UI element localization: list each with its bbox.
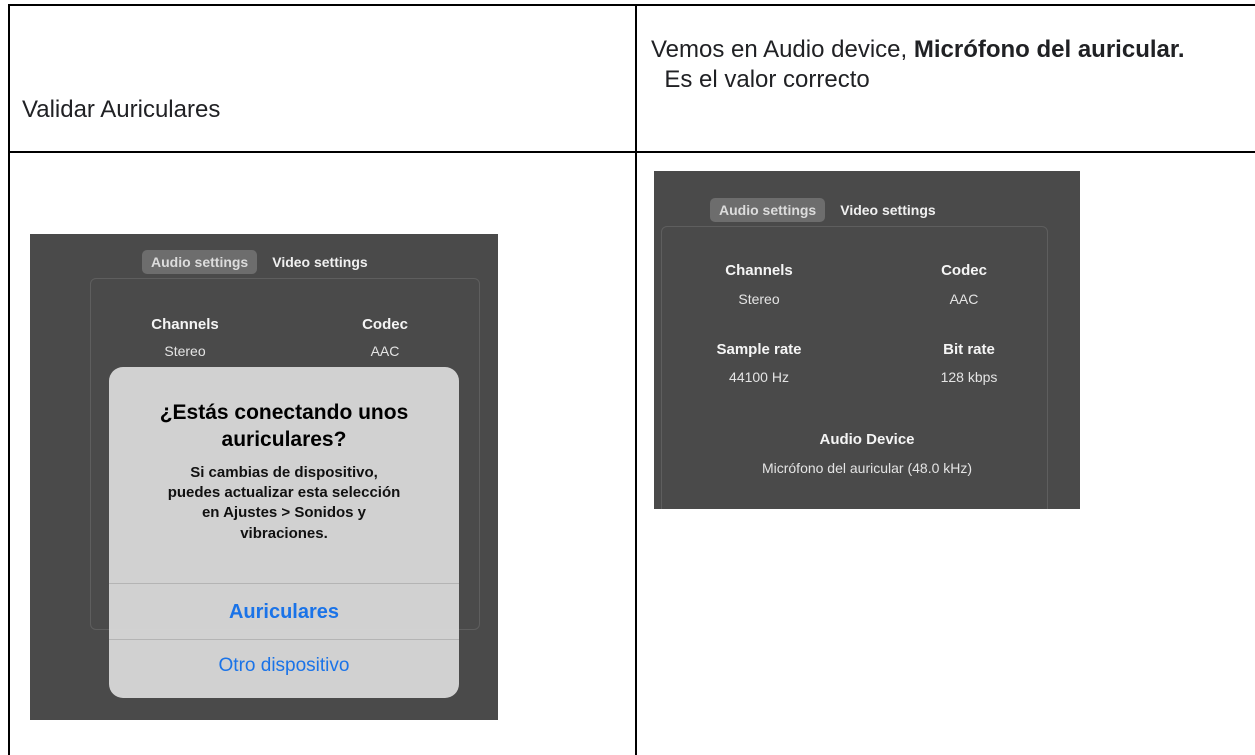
sample-rate-label: Sample rate xyxy=(716,341,802,358)
tab-bar: Audio settings Video settings xyxy=(142,250,377,274)
auriculares-button[interactable]: Auriculares xyxy=(109,601,459,624)
channels-label: Channels xyxy=(725,262,793,279)
table-border-middle xyxy=(635,4,637,755)
cell-result-description: Vemos en Audio device, Micrófono del aur… xyxy=(651,35,1211,95)
alert-message-line2: puedes actualizar esta selección xyxy=(167,484,401,501)
tab-audio-settings[interactable]: Audio settings xyxy=(142,250,258,274)
alert-message-line1: Si cambias de dispositivo, xyxy=(190,464,378,481)
cell-validar-auriculares: Validar Auriculares xyxy=(22,96,221,123)
audio-device-value: Micrófono del auricular (48.0 kHz) xyxy=(761,460,973,476)
alert-message-line3: en Ajustes > Sonidos y xyxy=(201,504,367,521)
result-text-suffix: Es el valor correcto xyxy=(651,66,870,93)
channels-value: Stereo xyxy=(738,291,780,307)
codec-label: Codec xyxy=(941,262,987,279)
alert-title-line2: auriculares? xyxy=(221,428,347,451)
sample-rate-value: 44100 Hz xyxy=(729,369,789,385)
alert-separator xyxy=(109,639,459,640)
channels-label: Channels xyxy=(151,316,219,333)
audio-device-label: Audio Device xyxy=(819,431,915,448)
bit-rate-value: 128 kbps xyxy=(940,369,998,385)
screenshot-audio-settings: Audio settings Video settings Channels S… xyxy=(654,171,1080,509)
table-border-top xyxy=(8,4,1255,6)
codec-value: AAC xyxy=(370,343,400,359)
table-border-left xyxy=(8,4,10,755)
headphones-alert-dialog: ¿Estás conectando unos auriculares? Si c… xyxy=(109,367,459,698)
codec-value: AAC xyxy=(949,291,979,307)
alert-title-line1: ¿Estás conectando unos xyxy=(159,401,409,424)
result-text-prefix: Vemos en Audio device, xyxy=(651,36,914,63)
document-table: Validar Auriculares Vemos en Audio devic… xyxy=(0,0,1255,755)
alert-message-line4: vibraciones. xyxy=(240,525,328,542)
result-text-bold: Micrófono del auricular. xyxy=(913,36,1185,63)
otro-dispositivo-button[interactable]: Otro dispositivo xyxy=(109,655,459,677)
codec-label: Codec xyxy=(362,316,408,333)
tab-video-settings[interactable]: Video settings xyxy=(263,250,376,274)
channels-value: Stereo xyxy=(164,343,206,359)
table-border-row-divider xyxy=(8,151,1255,153)
tab-video-settings[interactable]: Video settings xyxy=(831,198,944,222)
screenshot-headphones-prompt: Audio settings Video settings Channels S… xyxy=(30,234,498,720)
tab-audio-settings[interactable]: Audio settings xyxy=(710,198,826,222)
bit-rate-label: Bit rate xyxy=(943,341,995,358)
alert-separator xyxy=(109,583,459,584)
tab-bar: Audio settings Video settings xyxy=(710,198,945,222)
